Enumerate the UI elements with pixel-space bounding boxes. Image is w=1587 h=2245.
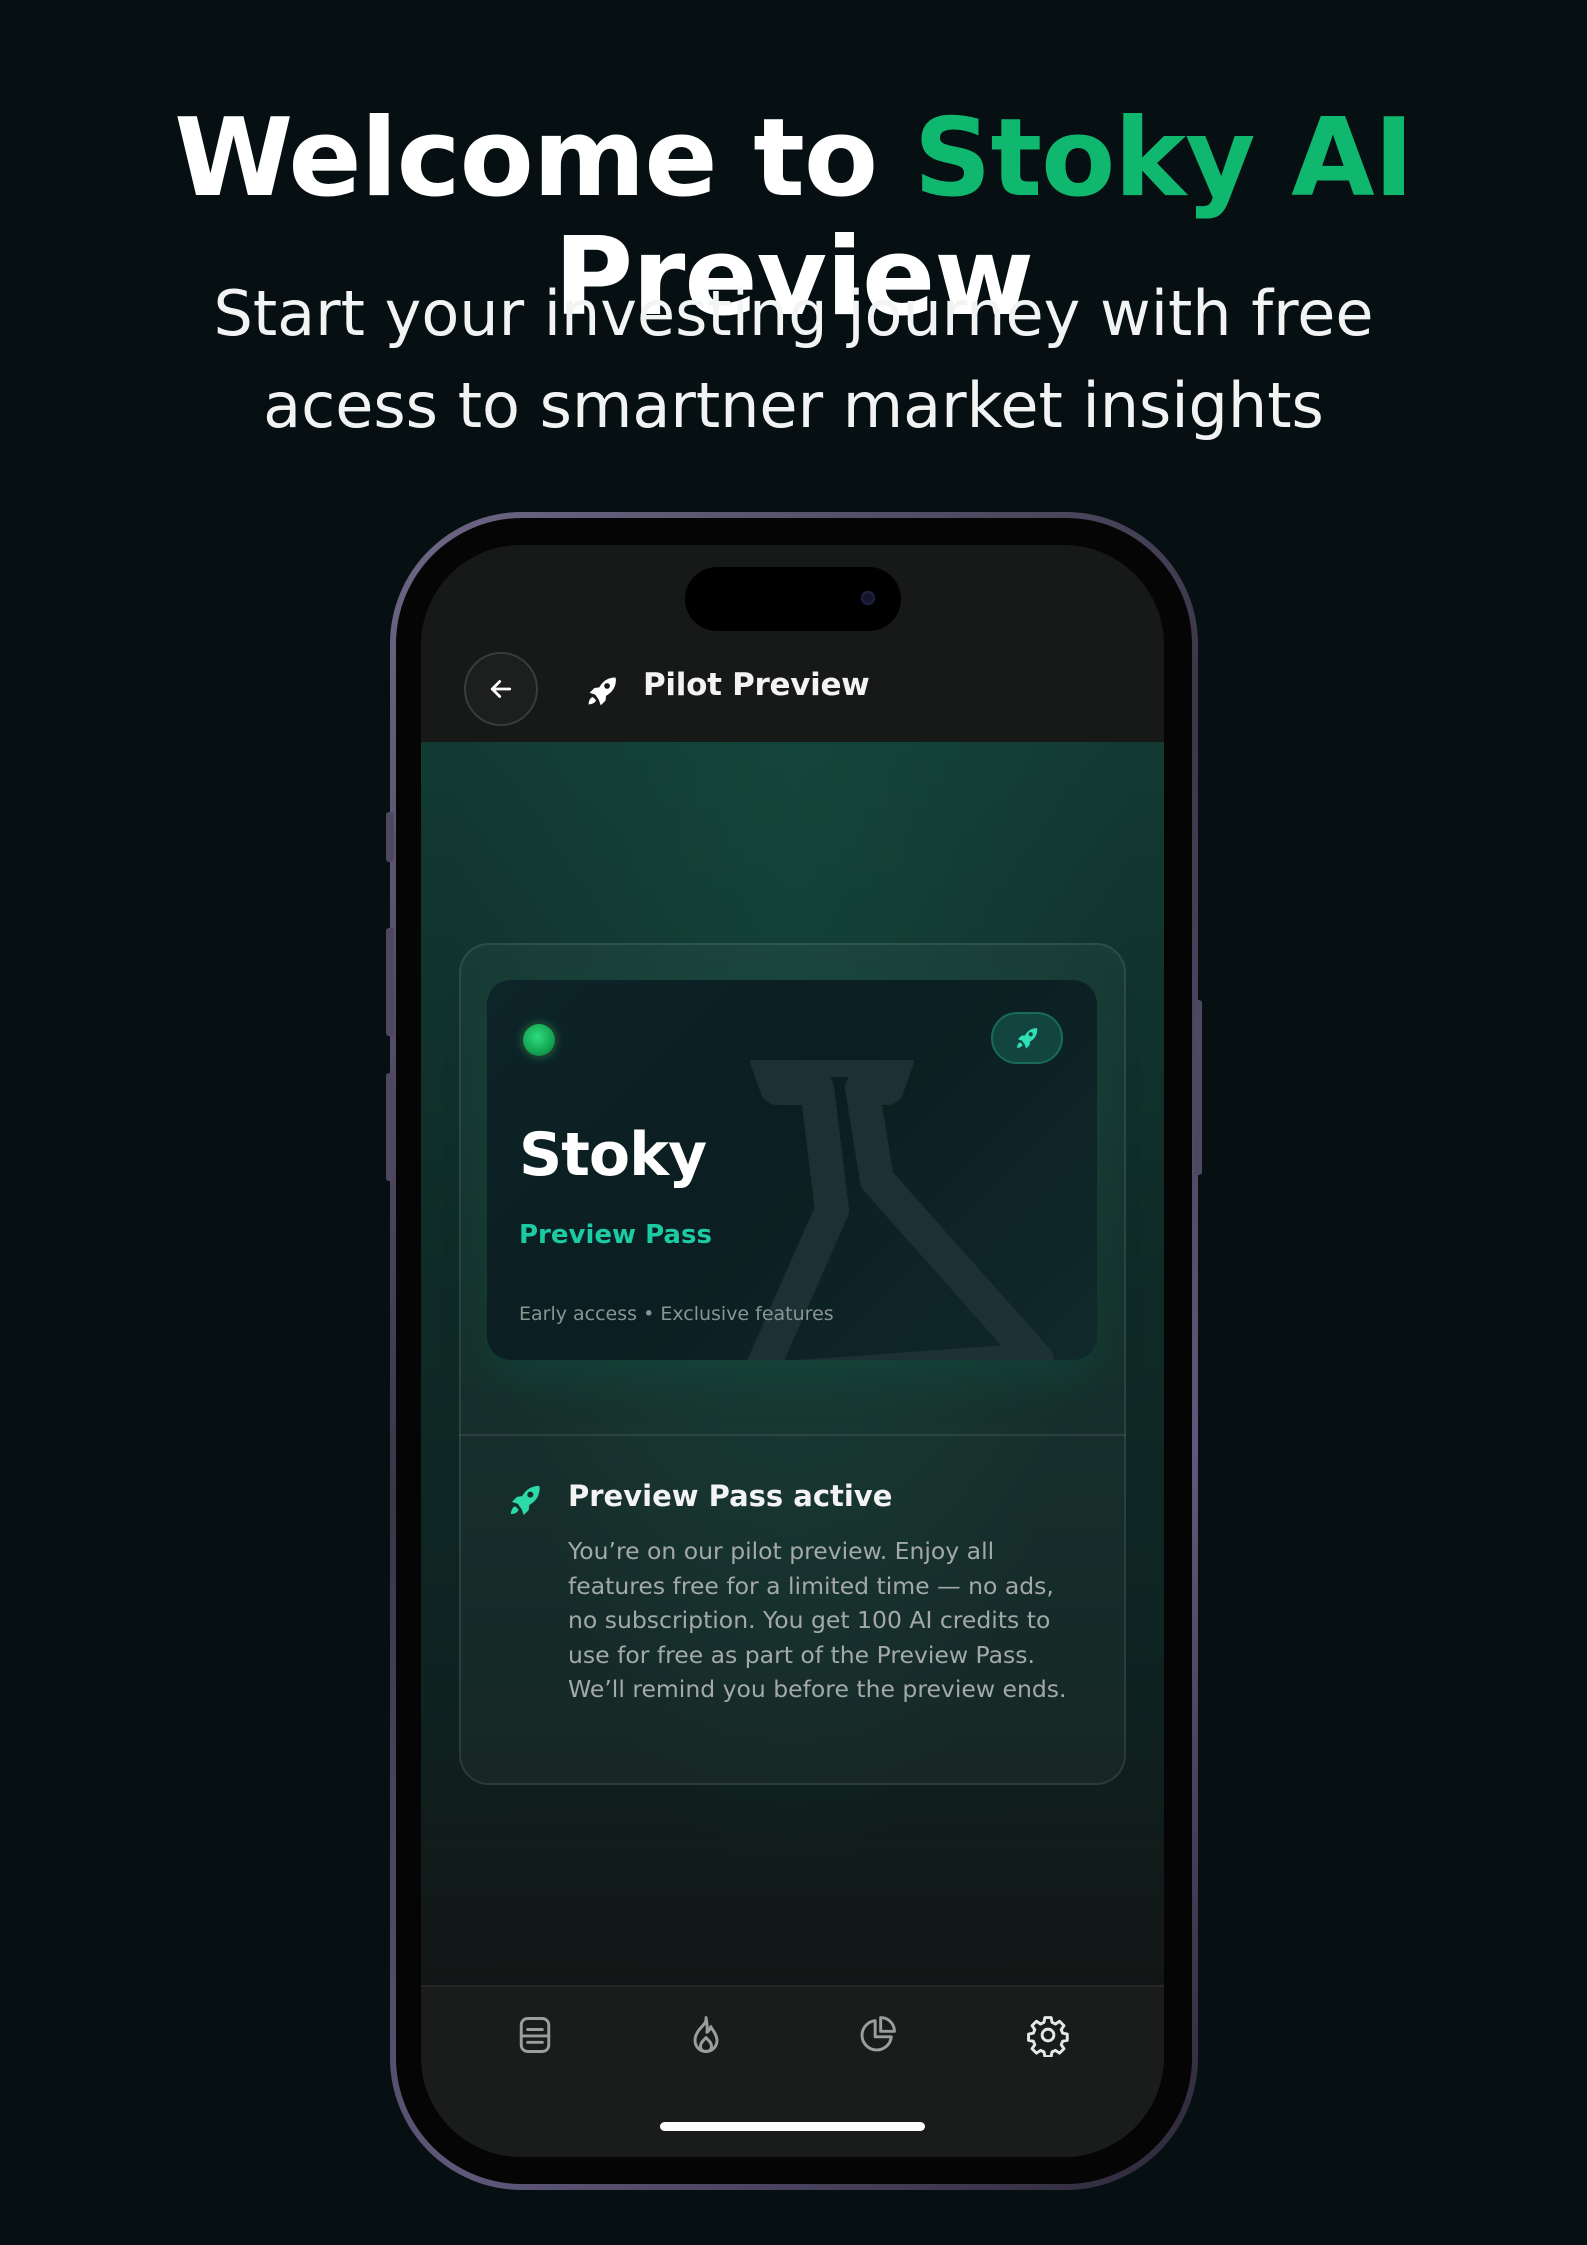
arrow-left-icon [490,680,512,698]
preview-pass-card: Stoky Preview Pass Early access • Exclus… [487,980,1097,1360]
rocket-icon [588,677,616,706]
back-button[interactable] [464,652,538,726]
page-title: Pilot Preview [643,667,870,703]
dynamic-island [685,567,901,631]
tab-watchlist[interactable] [505,2005,565,2065]
rocket-icon [510,1485,540,1516]
info-body: You’re on our pilot preview. Enjoy all f… [568,1537,1067,1703]
home-indicator[interactable] [660,2122,925,2131]
phone-screen: Pilot Preview Stoky Preview Pass Early a… [421,545,1164,2157]
gear-icon [1027,2016,1069,2057]
tab-trending[interactable] [676,2005,736,2065]
rocket-badge [991,1012,1063,1064]
status-dot [523,1024,555,1056]
phone-power-button [1194,1000,1202,1175]
marketing-subhead: Start your investing journey with free a… [160,268,1427,452]
phone-volume-down [386,1073,394,1181]
info-title: Preview Pass active [568,1479,893,1513]
flame-icon [693,2016,719,2053]
phone-action-button [386,812,394,862]
rocket-icon [1017,1028,1038,1049]
pass-brand: Stoky [519,1120,707,1190]
headline-brand: Stoky AI [913,96,1414,221]
pie-chart-icon [860,2016,896,2052]
headline-pre: Welcome to [174,96,914,221]
panel-divider [459,1434,1126,1436]
subhead-line-2: acess to smartner market insights [263,369,1324,442]
list-icon [519,2017,551,2053]
pass-meta: Early access • Exclusive features [519,1303,834,1325]
tab-settings[interactable] [1018,2005,1078,2065]
subhead-line-1: Start your investing journey with free [213,277,1374,350]
tab-portfolio[interactable] [847,2005,907,2065]
phone-volume-up [386,928,394,1036]
camera-lens [861,591,875,605]
pass-subtitle: Preview Pass [519,1220,712,1250]
bottom-tab-bar [421,1985,1164,2157]
